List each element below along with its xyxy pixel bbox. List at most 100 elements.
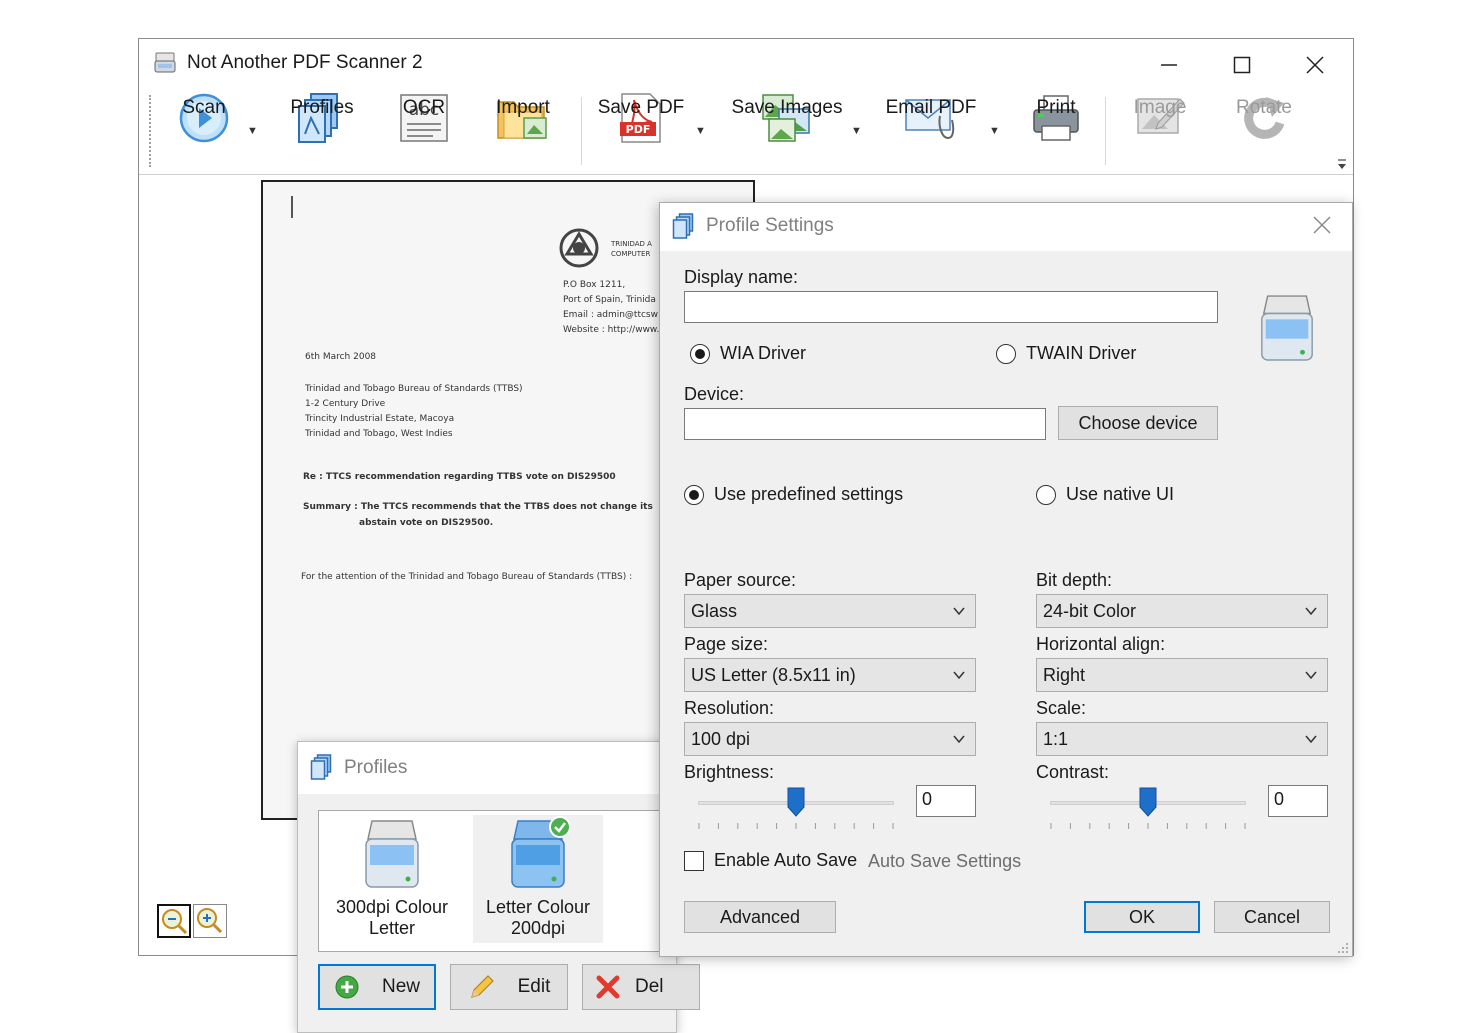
org-logo xyxy=(557,226,603,270)
doc-attention-line: For the attention of the Trinidad and To… xyxy=(301,572,633,582)
close-icon xyxy=(1313,216,1331,234)
paper-source-value: Glass xyxy=(691,600,738,621)
bit-depth-label: Bit depth: xyxy=(1036,570,1113,590)
workspace: TRINIDAD A COMPUTER P.O Box 1211, Port o… xyxy=(139,176,1353,1033)
settings-dialog-title: Profile Settings xyxy=(706,215,834,236)
save-images-dropdown-arrow[interactable]: ▼ xyxy=(851,125,862,137)
enable-auto-save-checkbox[interactable]: Enable Auto Save xyxy=(684,850,857,871)
doc-recipient-line: Trinidad and Tobago, West Indies xyxy=(305,429,453,439)
profiles-title-bar: Profiles xyxy=(298,742,676,794)
profile-settings-dialog: Profile Settings Display name: WIA Drive… xyxy=(659,202,1353,957)
main-window: Not Another PDF Scanner 2 Scan ▼ Profile… xyxy=(138,38,1354,1033)
zoom-in-button[interactable] xyxy=(193,904,227,938)
toolbar-import-label: Import xyxy=(496,97,550,118)
brightness-value-input[interactable]: 0 xyxy=(916,785,976,817)
toolbar-ocr-label: OCR xyxy=(402,97,446,118)
doc-summary-line: Summary : The TTCS recommends that the T… xyxy=(303,502,653,512)
save-pdf-dropdown-arrow[interactable]: ▼ xyxy=(695,125,706,137)
profile-name-line: Letter Colour xyxy=(485,897,591,917)
cancel-button[interactable]: Cancel xyxy=(1214,901,1330,933)
toolbar-rotate-label: Rotate xyxy=(1236,97,1292,118)
profile-name-line: 300dpi Colour xyxy=(335,897,449,917)
chevron-down-icon xyxy=(1305,607,1317,616)
twain-driver-label: TWAIN Driver xyxy=(1026,343,1137,363)
resolution-label: Resolution: xyxy=(684,698,775,718)
scanner-default-icon xyxy=(506,815,571,895)
twain-driver-radio[interactable]: TWAIN Driver xyxy=(996,343,1136,364)
paper-source-label: Paper source: xyxy=(684,570,797,590)
minimize-button[interactable] xyxy=(1139,47,1199,83)
choose-device-button[interactable]: Choose device xyxy=(1058,406,1218,440)
device-field[interactable] xyxy=(684,408,1046,440)
toolbar-profiles-button[interactable]: Profiles xyxy=(287,91,357,175)
new-profile-button[interactable]: New xyxy=(318,964,436,1010)
settings-title-bar: Profile Settings xyxy=(660,203,1352,251)
scan-mark xyxy=(291,196,293,218)
app-title: Not Another PDF Scanner 2 xyxy=(187,52,423,73)
horizontal-align-select[interactable]: Right xyxy=(1036,658,1328,692)
page-size-label: Page size: xyxy=(684,634,769,654)
zoom-out-icon xyxy=(162,909,188,935)
resolution-value: 100 dpi xyxy=(691,728,751,749)
page-size-select[interactable]: US Letter (8.5x11 in) xyxy=(684,658,976,692)
zoom-in-icon xyxy=(197,908,223,934)
ok-button[interactable]: OK xyxy=(1084,901,1200,933)
toolbar-save-images-label: Save Images xyxy=(731,97,843,118)
profiles-icon xyxy=(672,213,698,239)
toolbar-separator xyxy=(1105,97,1106,165)
close-button[interactable] xyxy=(1285,47,1345,83)
toolbar-profiles-label: Profiles xyxy=(290,97,354,118)
edit-profile-button[interactable]: Edit xyxy=(450,964,568,1010)
doc-recipient-line: Trincity Industrial Estate, Macoya xyxy=(305,414,455,424)
brightness-slider[interactable] xyxy=(690,781,900,841)
display-name-input[interactable] xyxy=(684,291,1218,323)
toolbar-save-pdf-button[interactable]: PDF Save PDF xyxy=(595,91,687,175)
toolbar-import-button[interactable]: Import xyxy=(485,91,561,175)
scan-dropdown-arrow[interactable]: ▼ xyxy=(247,125,258,137)
email-pdf-dropdown-arrow[interactable]: ▼ xyxy=(989,125,1000,137)
scale-label: Scale: xyxy=(1036,698,1087,718)
toolbar-print-button[interactable]: Print xyxy=(1021,91,1091,175)
minimize-icon xyxy=(1161,64,1177,66)
page-size-value: US Letter (8.5x11 in) xyxy=(691,664,856,685)
doc-re-line: Re : TTCS recommendation regarding TTBS … xyxy=(303,472,616,482)
device-label: Device: xyxy=(684,384,745,404)
bit-depth-select[interactable]: 24-bit Color xyxy=(1036,594,1328,628)
toolbar-image-button[interactable]: Image xyxy=(1125,91,1195,175)
toolbar-ocr-button[interactable]: abc OCR xyxy=(389,91,459,175)
auto-save-settings-link[interactable]: Auto Save Settings xyxy=(868,851,1021,872)
use-predefined-settings-radio[interactable]: Use predefined settings xyxy=(684,484,903,505)
toolbar-scan-button[interactable]: Scan xyxy=(169,91,239,175)
doc-recipient-line: 1-2 Century Drive xyxy=(305,399,386,409)
wia-driver-radio[interactable]: WIA Driver xyxy=(690,343,806,364)
delete-profile-button[interactable]: Del xyxy=(582,964,700,1010)
scanner-app-icon xyxy=(153,51,177,75)
resize-grip-icon[interactable] xyxy=(1336,941,1350,955)
maximize-icon xyxy=(1233,56,1251,74)
scale-value: 1:1 xyxy=(1043,728,1069,749)
profile-item-300dpi-colour-letter[interactable]: 300dpi Colour Letter xyxy=(327,815,457,943)
use-native-ui-radio[interactable]: Use native UI xyxy=(1036,484,1174,505)
slider-thumb[interactable] xyxy=(1139,787,1157,817)
overflow-chevron-icon xyxy=(1338,159,1346,169)
contrast-value-input[interactable]: 0 xyxy=(1268,785,1328,817)
toolbar-overflow-button[interactable] xyxy=(1335,157,1349,171)
profiles-list[interactable]: 300dpi Colour Letter Letter Colour 200dp… xyxy=(318,810,678,952)
contrast-slider[interactable] xyxy=(1042,781,1252,841)
toolbar-grip[interactable] xyxy=(149,95,152,167)
use-native-ui-label: Use native UI xyxy=(1066,484,1175,504)
settings-close-button[interactable] xyxy=(1312,211,1332,242)
slider-thumb[interactable] xyxy=(787,787,805,817)
scale-select[interactable]: 1:1 xyxy=(1036,722,1328,756)
profile-item-letter-colour-200dpi[interactable]: Letter Colour 200dpi xyxy=(473,815,603,943)
resolution-select[interactable]: 100 dpi xyxy=(684,722,976,756)
toolbar-print-label: Print xyxy=(1036,97,1076,118)
advanced-button[interactable]: Advanced xyxy=(684,901,836,933)
zoom-out-button[interactable] xyxy=(157,904,191,938)
toolbar-save-images-button[interactable]: Save Images xyxy=(727,91,847,175)
maximize-button[interactable] xyxy=(1212,47,1272,83)
paper-source-select[interactable]: Glass xyxy=(684,594,976,628)
toolbar-rotate-button[interactable]: Rotate xyxy=(1229,91,1299,175)
enable-auto-save-label: Enable Auto Save xyxy=(714,850,858,870)
toolbar-email-pdf-button[interactable]: Email PDF xyxy=(881,91,981,175)
